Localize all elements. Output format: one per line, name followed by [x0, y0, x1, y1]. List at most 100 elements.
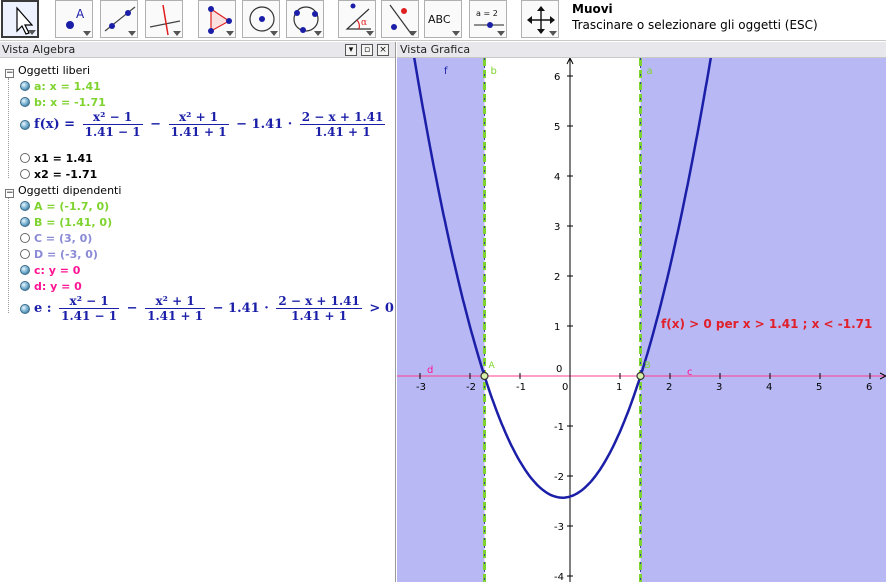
view-menu-button[interactable]: ▾ [345, 44, 357, 56]
svg-text:A: A [76, 7, 85, 21]
label-B: B [645, 361, 651, 371]
move-tool-button[interactable] [1, 0, 39, 38]
svg-text:α: α [361, 18, 367, 28]
visibility-toggle[interactable] [20, 169, 30, 179]
y-tick-label: 3 [554, 222, 560, 233]
point-A [480, 371, 489, 381]
algebra-view-header: Vista Algebra ▾ ▫ × [0, 42, 395, 58]
y-tick-label: -2 [554, 472, 564, 483]
label-b: b [491, 66, 497, 77]
y-tick-label: -1 [554, 422, 564, 433]
y-tick-label: 6 [554, 72, 560, 83]
chevron-down-icon [314, 31, 322, 36]
object-a[interactable]: a: x = 1.41 [14, 80, 101, 93]
chevron-down-icon [83, 31, 91, 36]
x-tick-label: -3 [416, 382, 426, 393]
y-tick-label: 5 [554, 122, 560, 133]
x-tick-label: 5 [816, 382, 822, 393]
object-c[interactable]: c: y = 0 [14, 264, 80, 277]
object-b[interactable]: b: x = -1.71 [14, 96, 106, 109]
chevron-down-icon [497, 31, 505, 36]
chevron-down-icon [366, 31, 374, 36]
y-tick-label: 4 [554, 172, 560, 183]
x-tick-label: 6 [866, 382, 872, 393]
angle-tool-button[interactable]: α [338, 0, 376, 38]
visibility-toggle[interactable] [20, 201, 30, 211]
visibility-toggle[interactable] [20, 233, 30, 243]
svg-text:ABC: ABC [428, 13, 451, 26]
graphics-view-title: Vista Grafica [400, 43, 471, 56]
polygon-tool-button[interactable] [198, 0, 236, 38]
y-tick-label: -4 [554, 572, 564, 582]
perpendicular-tool-button[interactable] [145, 0, 183, 38]
visibility-toggle[interactable] [20, 265, 30, 275]
y-tick-label: 0 [556, 364, 562, 375]
chevron-down-icon [409, 31, 417, 36]
collapse-icon[interactable]: − [5, 189, 14, 198]
visibility-toggle[interactable] [20, 249, 30, 259]
visibility-toggle[interactable] [20, 217, 30, 227]
label-a: a [647, 66, 653, 77]
svg-text:a = 2: a = 2 [476, 9, 498, 18]
x-tick-label: -1 [516, 382, 526, 393]
object-D[interactable]: D = (-3, 0) [14, 248, 98, 261]
x-tick-label: 2 [666, 382, 672, 393]
graphics-view[interactable]: Vista Grafica -3 -2 -1 0 1 2 3 4 5 6 -4 -3 -2 -1 1 2 3 4 5… [397, 42, 886, 582]
object-x2[interactable]: x2 = -1.71 [14, 168, 97, 181]
object-f[interactable]: f(x) = x² − 1 1.41 − 1 − x² + 1 1.41 + 1 −… [14, 110, 388, 139]
y-tick-label: 2 [554, 272, 560, 283]
tree-line [8, 78, 9, 178]
chevron-down-icon [173, 31, 181, 36]
text-tool-button[interactable]: ABC [424, 0, 462, 38]
y-tick-label: -3 [554, 522, 564, 533]
slider-tool-button[interactable]: a = 2 [469, 0, 507, 38]
circle-three-points-tool-button[interactable] [286, 0, 324, 38]
visibility-toggle[interactable] [20, 281, 30, 291]
y-tick-label: 1 [554, 322, 560, 333]
chevron-down-icon [549, 31, 557, 36]
shaded-region-left [397, 58, 485, 582]
visibility-toggle[interactable] [20, 97, 30, 107]
object-A[interactable]: A = (-1.7, 0) [14, 200, 109, 213]
object-d[interactable]: d: y = 0 [14, 280, 82, 293]
close-view-button[interactable]: × [377, 44, 389, 56]
object-C[interactable]: C = (3, 0) [14, 232, 92, 245]
object-e[interactable]: e : x² − 1 1.41 − 1 − x² + 1 1.41 + 1 − 1.… [14, 294, 394, 323]
object-B[interactable]: B = (1.41, 0) [14, 216, 112, 229]
undock-view-button[interactable]: ▫ [361, 44, 373, 56]
reflect-tool-button[interactable] [381, 0, 419, 38]
object-x1[interactable]: x1 = 1.41 [14, 152, 93, 165]
visibility-toggle[interactable] [20, 119, 30, 130]
chevron-down-icon [270, 31, 278, 36]
line-tool-button[interactable] [100, 0, 138, 38]
inequality-text: f(x) > 0 per x > 1.41 ; x < -1.71 [661, 317, 872, 331]
toolbar: A α ABC a = 2 Muovi Trascinare o selezio… [0, 0, 886, 41]
point-tool-button[interactable]: A [55, 0, 93, 38]
visibility-toggle[interactable] [20, 81, 30, 91]
free-objects-group[interactable]: − Oggetti liberi [5, 64, 90, 78]
x-tick-label: 1 [616, 382, 622, 393]
label-f: f [444, 66, 448, 77]
chevron-down-icon [226, 31, 234, 36]
x-tick-label: 3 [716, 382, 722, 393]
label-A: A [489, 361, 496, 371]
tool-help: Muovi Trascinare o selezionare gli ogget… [572, 2, 882, 32]
tree-line [8, 198, 9, 313]
collapse-icon[interactable]: − [5, 69, 14, 78]
tool-description: Trascinare o selezionare gli oggetti (ES… [572, 18, 818, 32]
visibility-toggle[interactable] [20, 153, 30, 163]
visibility-toggle[interactable] [20, 303, 30, 314]
free-objects-label: Oggetti liberi [18, 64, 91, 77]
move-graphics-tool-button[interactable] [521, 0, 559, 38]
circle-center-tool-button[interactable] [242, 0, 280, 38]
x-tick-label: 4 [766, 382, 772, 393]
label-d: d [427, 365, 433, 376]
dependent-objects-label: Oggetti dipendenti [18, 184, 122, 197]
chevron-down-icon [452, 31, 460, 36]
graphics-canvas[interactable]: -3 -2 -1 0 1 2 3 4 5 6 -4 -3 -2 -1 1 2 3 4 5 6 0 f b a A Bd c f(x) … [397, 58, 886, 582]
point-B [636, 371, 645, 381]
dependent-objects-group[interactable]: − Oggetti dipendenti [5, 184, 121, 198]
graphics-view-header: Vista Grafica [397, 42, 886, 58]
algebra-view: Vista Algebra ▾ ▫ × − Oggetti liberi a: x… [0, 42, 396, 582]
chevron-down-icon [28, 30, 36, 35]
